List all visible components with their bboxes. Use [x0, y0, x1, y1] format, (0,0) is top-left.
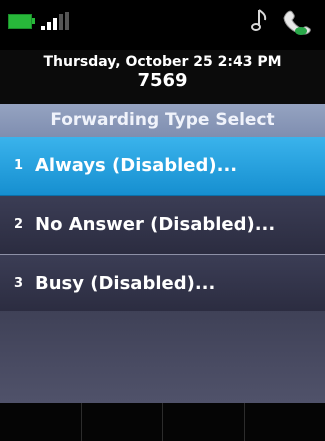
music-note-icon: [251, 9, 267, 31]
date-time: Thursday, October 25 2:43 PM: [43, 54, 282, 70]
softkey-4[interactable]: [245, 403, 325, 441]
empty-list-area: [0, 311, 325, 403]
menu-item-number: 1: [14, 158, 24, 173]
phone-screen: Thursday, October 25 2:43 PM 7569 Forwar…: [0, 0, 325, 441]
softkey-3[interactable]: [163, 403, 245, 441]
softkey-1[interactable]: [0, 403, 82, 441]
menu-item-label: No Answer (Disabled)...: [35, 214, 276, 235]
softkey-2[interactable]: [82, 403, 163, 441]
menu-item-number: 3: [14, 276, 24, 291]
title-bar: Forwarding Type Select: [0, 104, 325, 137]
battery-tip: [32, 18, 35, 24]
page-title: Forwarding Type Select: [50, 110, 275, 130]
softkey-bar: [0, 403, 325, 441]
menu-item-label: Always (Disabled)...: [35, 155, 238, 176]
menu-item-no-answer[interactable]: 2 No Answer (Disabled)...: [0, 196, 325, 255]
forwarding-type-menu: 1 Always (Disabled)... 2 No Answer (Disa…: [0, 137, 325, 314]
battery-icon: [8, 14, 32, 29]
menu-item-always[interactable]: 1 Always (Disabled)...: [0, 137, 325, 196]
signal-strength-icon: [41, 12, 71, 30]
menu-item-number: 2: [14, 217, 24, 232]
menu-item-label: Busy (Disabled)...: [35, 273, 216, 294]
menu-item-busy[interactable]: 3 Busy (Disabled)...: [0, 255, 325, 314]
handset-icon: [283, 10, 311, 35]
header: Thursday, October 25 2:43 PM 7569: [0, 50, 325, 104]
status-bar: [0, 0, 325, 50]
extension-number: 7569: [137, 70, 188, 91]
